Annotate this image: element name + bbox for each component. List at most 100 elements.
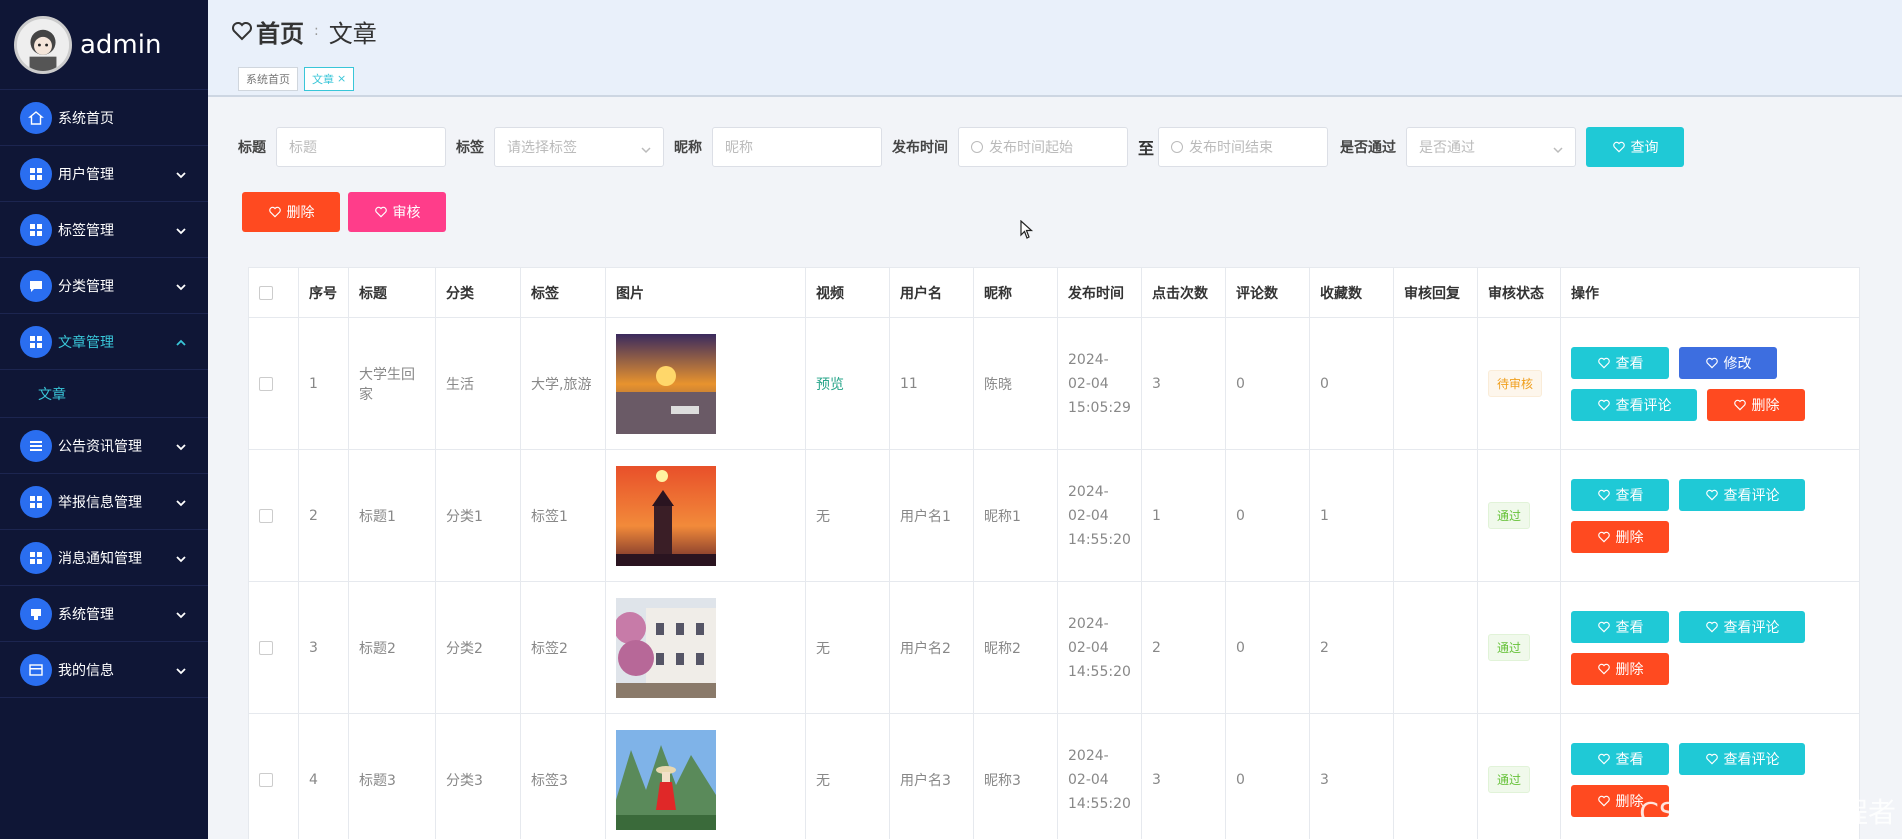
menu-label: 文章管理 xyxy=(58,334,114,351)
heart-icon xyxy=(1612,141,1625,153)
cell-clicks: 1 xyxy=(1141,449,1226,582)
menu-label: 系统管理 xyxy=(58,606,114,623)
cell-image xyxy=(605,449,806,582)
cell-nickname: 昵称3 xyxy=(973,713,1058,839)
menu-item-users[interactable]: 用户管理 xyxy=(0,146,208,202)
cell-tag: 标签1 xyxy=(520,449,606,582)
row-checkbox[interactable] xyxy=(259,508,273,523)
mountain-woman-image[interactable] xyxy=(616,729,716,830)
cell-category: 分类1 xyxy=(435,449,521,582)
delete-button[interactable]: 删除 xyxy=(1707,388,1805,421)
column-header: 点击次数 xyxy=(1141,267,1226,318)
cell-video: 无 xyxy=(805,713,890,839)
button-label: 删除 xyxy=(1615,661,1644,678)
view-button[interactable]: 查看 xyxy=(1571,610,1669,643)
menu-item-system[interactable]: 系统管理 xyxy=(0,586,208,642)
clock-icon xyxy=(1171,141,1184,153)
query-button[interactable]: 查询 xyxy=(1586,127,1685,167)
menu-item-articles[interactable]: 文章管理 xyxy=(0,314,208,370)
delete-button[interactable]: 删除 xyxy=(1571,652,1669,685)
view-comments-button[interactable]: 查看评论 xyxy=(1679,610,1805,643)
column-header: 图片 xyxy=(605,267,806,318)
submenu-item-article[interactable]: 文章 xyxy=(0,370,208,418)
heart-icon xyxy=(1733,399,1746,410)
title-input[interactable]: 标题 xyxy=(276,127,446,167)
cell-review-reply xyxy=(1393,449,1478,582)
video-preview-link[interactable]: 预览 xyxy=(816,377,844,393)
tab-home[interactable]: 系统首页 xyxy=(238,66,298,91)
brand: admin xyxy=(0,0,208,90)
nickname-label: 昵称 xyxy=(674,140,702,156)
grid-icon xyxy=(20,213,52,246)
cell-title: 标题1 xyxy=(348,449,436,582)
button-label: 查看 xyxy=(1615,751,1644,768)
sunset-boat-image[interactable] xyxy=(616,333,716,434)
menu-label: 用户管理 xyxy=(58,166,114,183)
menu-item-messages[interactable]: 消息通知管理 xyxy=(0,530,208,586)
bulk-delete-button[interactable]: 删除 xyxy=(242,192,340,232)
avatar[interactable] xyxy=(14,15,72,74)
view-button[interactable]: 查看 xyxy=(1571,478,1669,511)
breadcrumb-home[interactable]: 首页 xyxy=(256,14,304,49)
edit-button[interactable]: 修改 xyxy=(1679,346,1777,379)
menu-item-categories[interactable]: 分类管理 xyxy=(0,258,208,314)
time-start-input[interactable]: 发布时间起始 xyxy=(958,127,1128,167)
placeholder: 发布时间结束 xyxy=(1189,140,1274,156)
menu-item-home[interactable]: 系统首页 xyxy=(0,90,208,146)
column-header: 操作 xyxy=(1560,267,1860,318)
select-all-checkbox[interactable] xyxy=(259,285,273,300)
cell-clicks: 2 xyxy=(1141,581,1226,714)
view-button[interactable]: 查看 xyxy=(1571,346,1669,379)
time-end-input[interactable]: 发布时间结束 xyxy=(1158,127,1329,167)
tag-label: 标签 xyxy=(456,140,484,156)
card-icon xyxy=(20,653,52,686)
row-checkbox[interactable] xyxy=(259,640,273,655)
nickname-input[interactable]: 昵称 xyxy=(712,127,882,167)
cell-status: 待审核 xyxy=(1477,317,1561,450)
pass-select[interactable]: 是否通过 xyxy=(1406,127,1577,167)
tab-article[interactable]: 文章 × xyxy=(304,66,355,91)
bulk-review-button[interactable]: 审核 xyxy=(348,192,446,232)
cell-username: 用户名2 xyxy=(889,581,974,714)
column-header: 标签 xyxy=(520,267,606,318)
select-all-cell xyxy=(248,267,299,318)
delete-button[interactable]: 删除 xyxy=(1571,520,1669,553)
cell-review-reply xyxy=(1393,713,1478,839)
button-label: 查看 xyxy=(1615,619,1644,636)
view-comments-button[interactable]: 查看评论 xyxy=(1571,388,1697,421)
cell-nickname: 昵称1 xyxy=(973,449,1058,582)
cell-favorites: 1 xyxy=(1309,449,1394,582)
view-button[interactable]: 查看 xyxy=(1571,742,1669,775)
heart-icon xyxy=(1597,621,1610,632)
cell-review-reply xyxy=(1393,581,1478,714)
grid-icon xyxy=(20,157,52,190)
heart-icon xyxy=(1597,795,1610,806)
sunset-tower-image[interactable] xyxy=(616,465,716,566)
chat-icon xyxy=(20,269,52,302)
view-comments-button[interactable]: 查看评论 xyxy=(1679,742,1805,775)
cell-status: 通过 xyxy=(1477,581,1561,714)
tag-select[interactable]: 请选择标签 xyxy=(494,127,664,167)
menu-item-notices[interactable]: 公告资讯管理 xyxy=(0,418,208,474)
status-badge: 待审核 xyxy=(1488,370,1543,397)
cell-image xyxy=(605,317,806,450)
close-icon[interactable]: × xyxy=(337,72,346,85)
cell-no: 2 xyxy=(298,449,349,582)
chevron-down-icon xyxy=(176,664,186,675)
sidebar: admin 系统首页 用户管理 标签管理 分类管理 文章管理 文章 公告资讯管理… xyxy=(0,0,208,839)
building-blossom-image[interactable] xyxy=(616,597,716,698)
button-label: 查看评论 xyxy=(1723,487,1780,504)
menu-item-reports[interactable]: 举报信息管理 xyxy=(0,474,208,530)
menu-item-profile[interactable]: 我的信息 xyxy=(0,642,208,698)
tab-label: 系统首页 xyxy=(246,72,290,86)
cell-category: 分类2 xyxy=(435,581,521,714)
placeholder: 标题 xyxy=(289,140,317,156)
menu-item-tags[interactable]: 标签管理 xyxy=(0,202,208,258)
row-checkbox[interactable] xyxy=(259,376,273,391)
range-separator: 至 xyxy=(1138,139,1155,158)
page-header: 首页 : 文章 xyxy=(208,0,1902,62)
row-checkbox[interactable] xyxy=(259,772,273,787)
menu-label: 消息通知管理 xyxy=(58,550,142,567)
view-comments-button[interactable]: 查看评论 xyxy=(1679,478,1805,511)
menu-label: 分类管理 xyxy=(58,278,114,295)
